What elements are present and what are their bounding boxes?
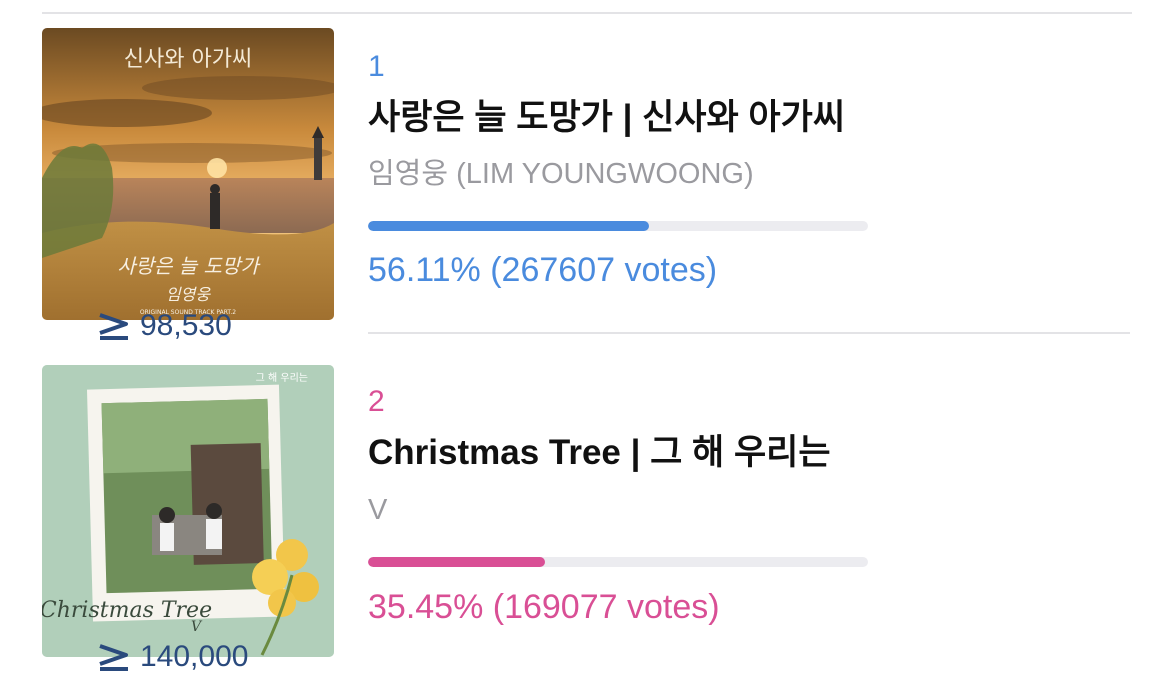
album-art: 신사와 아가씨 사랑은 늘 도망가 임영웅 ORIGINAL SOUND TRA… [42, 28, 334, 320]
stream-count: 140,000 [98, 640, 249, 673]
row-divider [368, 332, 1130, 334]
top-divider [42, 12, 1132, 14]
song-title: Christmas Tree | 그 해 우리는 [368, 433, 831, 472]
stream-count: 98,530 [98, 309, 232, 342]
vote-progress-fill [368, 221, 649, 231]
vote-progress-fill [368, 557, 546, 567]
rank-number: 2 [368, 385, 385, 418]
artist-name: V [368, 494, 388, 526]
song-title: 사랑은 늘 도망가 | 신사와 아가씨 [368, 98, 846, 137]
album-handwritten-title: 사랑은 늘 도망가 [117, 254, 261, 278]
rank-number: 1 [368, 50, 385, 83]
album-handwritten-artist: 임영웅 [166, 285, 211, 304]
chevron-right-icon [98, 311, 130, 341]
chevron-right-icon [98, 642, 130, 672]
stream-count-value: 140,000 [140, 640, 249, 673]
vote-percentage: 35.45% (169077 votes) [368, 588, 720, 626]
album-handwritten-title: Christmas Tree [42, 598, 212, 623]
vote-percentage: 56.11% (267607 votes) [368, 251, 718, 289]
vote-progress-bar [368, 221, 868, 231]
vote-progress-bar [368, 557, 868, 567]
artist-name: 임영웅 (LIM YOUNGWOONG) [368, 158, 754, 190]
album-logo-text: 그 해 우리는 [256, 371, 308, 384]
album-art: 그 해 우리는 Christmas Tree V [42, 365, 334, 657]
album-logo-text: 신사와 아가씨 [124, 47, 252, 72]
stream-count-value: 98,530 [140, 309, 232, 342]
